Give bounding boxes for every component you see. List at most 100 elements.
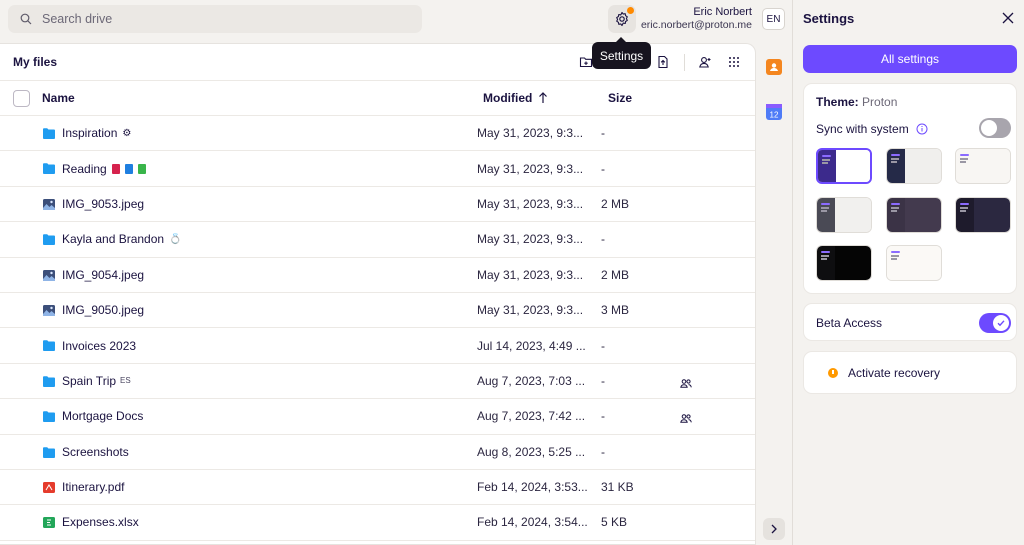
- warning-icon: [828, 368, 838, 378]
- table-row[interactable]: Inspiration ⚙ May 31, 2023, 9:3... -: [0, 116, 755, 152]
- toggle-knob: [981, 120, 997, 136]
- file-name: Screenshots: [62, 445, 129, 459]
- file-name: Kayla and Brandon 💍: [62, 232, 182, 246]
- svg-text:12: 12: [770, 111, 779, 120]
- recovery-card[interactable]: Activate recovery: [803, 351, 1017, 394]
- theme-label: Theme: Proton: [816, 95, 897, 109]
- table-row[interactable]: Reading May 31, 2023, 9:3... -: [0, 151, 755, 187]
- file-name-text: Inspiration: [62, 126, 118, 141]
- file-name: IMG_9053.jpeg: [62, 197, 144, 211]
- file-size: -: [601, 338, 605, 353]
- upload-icon[interactable]: [655, 54, 671, 70]
- search-icon: [20, 13, 32, 25]
- table-row[interactable]: Mortgage Docs Aug 7, 2023, 7:42 ... -: [0, 399, 755, 435]
- name-emoji-icon: ⚙: [122, 127, 132, 139]
- theme-card: Theme: Proton Sync with system: [803, 83, 1017, 294]
- folder-icon: [43, 375, 55, 387]
- table-row[interactable]: Itinerary.pdf Feb 14, 2024, 3:53... 31 KB: [0, 470, 755, 506]
- beta-access-card: Beta Access: [803, 303, 1017, 341]
- theme-swatch[interactable]: [816, 245, 872, 281]
- modified-date: Feb 14, 2024, 3:53...: [477, 480, 588, 495]
- file-size: -: [601, 444, 605, 459]
- folder-icon: [43, 411, 55, 423]
- beta-access-toggle[interactable]: [979, 313, 1011, 333]
- book-emoji-icon: [111, 163, 120, 174]
- settings-button[interactable]: [608, 5, 636, 33]
- table-row[interactable]: Spain Trip ES Aug 7, 2023, 7:03 ... -: [0, 364, 755, 400]
- table-row[interactable]: Invoices 2023 Jul 14, 2023, 4:49 ... -: [0, 328, 755, 364]
- table-row[interactable]: Kayla and Brandon 💍 May 31, 2023, 9:3... -: [0, 222, 755, 258]
- column-size[interactable]: Size: [608, 91, 632, 105]
- check-icon: [997, 320, 1005, 327]
- sync-with-system: Sync with system: [816, 122, 928, 136]
- file-size: -: [601, 232, 605, 247]
- file-size: 3 MB: [601, 303, 630, 318]
- table-row[interactable]: IMG_9050.jpeg May 31, 2023, 9:3... 3 MB: [0, 293, 755, 329]
- theme-swatch[interactable]: [955, 197, 1011, 233]
- contacts-app-icon[interactable]: [766, 59, 782, 75]
- column-modified-label: Modified: [483, 91, 533, 105]
- theme-label-key: Theme:: [816, 95, 859, 109]
- info-icon[interactable]: [916, 123, 928, 135]
- theme-swatch[interactable]: [955, 148, 1011, 184]
- table-header: Name Modified Size: [0, 81, 755, 116]
- column-modified[interactable]: Modified: [483, 91, 548, 105]
- file-list: Inspiration ⚙ May 31, 2023, 9:3... - Reading…: [0, 116, 755, 541]
- theme-swatch[interactable]: [886, 148, 942, 184]
- sync-label: Sync with system: [816, 122, 909, 136]
- column-name[interactable]: Name: [42, 91, 75, 105]
- table-row[interactable]: Expenses.xlsx Feb 14, 2024, 3:54... 5 KB: [0, 505, 755, 541]
- file-name: Expenses.xlsx: [62, 515, 139, 529]
- search-input[interactable]: Search drive: [8, 5, 422, 33]
- theme-swatch[interactable]: [816, 148, 872, 184]
- user-account[interactable]: Eric Norbert eric.norbert@proton.me: [641, 6, 752, 32]
- file-name-text: Expenses.xlsx: [62, 515, 139, 530]
- file-name-text: IMG_9053.jpeg: [62, 196, 145, 211]
- apps-grid-icon[interactable]: [726, 54, 742, 70]
- folder-icon: [43, 446, 55, 458]
- file-size: -: [601, 409, 605, 424]
- file-name-text: Mortgage Docs: [62, 409, 144, 424]
- all-settings-button[interactable]: All settings: [803, 45, 1017, 73]
- file-size: -: [601, 161, 605, 176]
- file-name: IMG_9054.jpeg: [62, 268, 144, 282]
- theme-swatch[interactable]: [816, 197, 872, 233]
- notification-dot: [627, 7, 634, 14]
- image-icon: [43, 269, 55, 281]
- folder-icon: [43, 163, 55, 175]
- modified-date: Aug 7, 2023, 7:03 ...: [477, 373, 586, 388]
- select-all-checkbox[interactable]: [13, 90, 30, 107]
- search-placeholder: Search drive: [42, 12, 113, 26]
- table-row[interactable]: IMG_9053.jpeg May 31, 2023, 9:3... 2 MB: [0, 187, 755, 223]
- table-row[interactable]: IMG_9054.jpeg May 31, 2023, 9:3... 2 MB: [0, 258, 755, 293]
- file-name: Reading: [62, 162, 146, 176]
- chevron-right-icon: [771, 524, 777, 534]
- theme-swatch[interactable]: [886, 245, 942, 281]
- modified-date: Aug 7, 2023, 7:42 ...: [477, 409, 586, 424]
- name-emoji-icon: 💍: [169, 233, 182, 245]
- toggle-knob: [993, 315, 1009, 331]
- folder-icon: [43, 234, 55, 246]
- calendar-app-icon[interactable]: 12: [766, 104, 782, 120]
- theme-swatch[interactable]: [886, 197, 942, 233]
- file-name: Spain Trip ES: [62, 374, 131, 388]
- file-name-text: IMG_9054.jpeg: [62, 267, 145, 282]
- share-user-icon[interactable]: [697, 54, 713, 70]
- file-name-text: Kayla and Brandon: [62, 232, 165, 247]
- activate-recovery[interactable]: Activate recovery: [828, 366, 940, 380]
- file-size: 2 MB: [601, 267, 630, 282]
- sync-toggle[interactable]: [979, 118, 1011, 138]
- file-browser: My files Name Modified Size Inspiration ⚙…: [0, 43, 756, 545]
- file-size: 31 KB: [601, 480, 634, 495]
- language-button[interactable]: EN: [762, 8, 785, 30]
- expand-rail-button[interactable]: [763, 518, 785, 540]
- country-flag-label: ES: [120, 376, 131, 386]
- folder-icon: [43, 128, 55, 139]
- file-name: Itinerary.pdf: [62, 480, 124, 494]
- close-icon[interactable]: [1002, 12, 1014, 24]
- file-name: Invoices 2023: [62, 339, 136, 353]
- file-name-text: Reading: [62, 161, 107, 176]
- file-size: -: [601, 373, 605, 388]
- table-row[interactable]: Screenshots Aug 8, 2023, 5:25 ... -: [0, 435, 755, 470]
- shared-users-icon: [680, 412, 692, 426]
